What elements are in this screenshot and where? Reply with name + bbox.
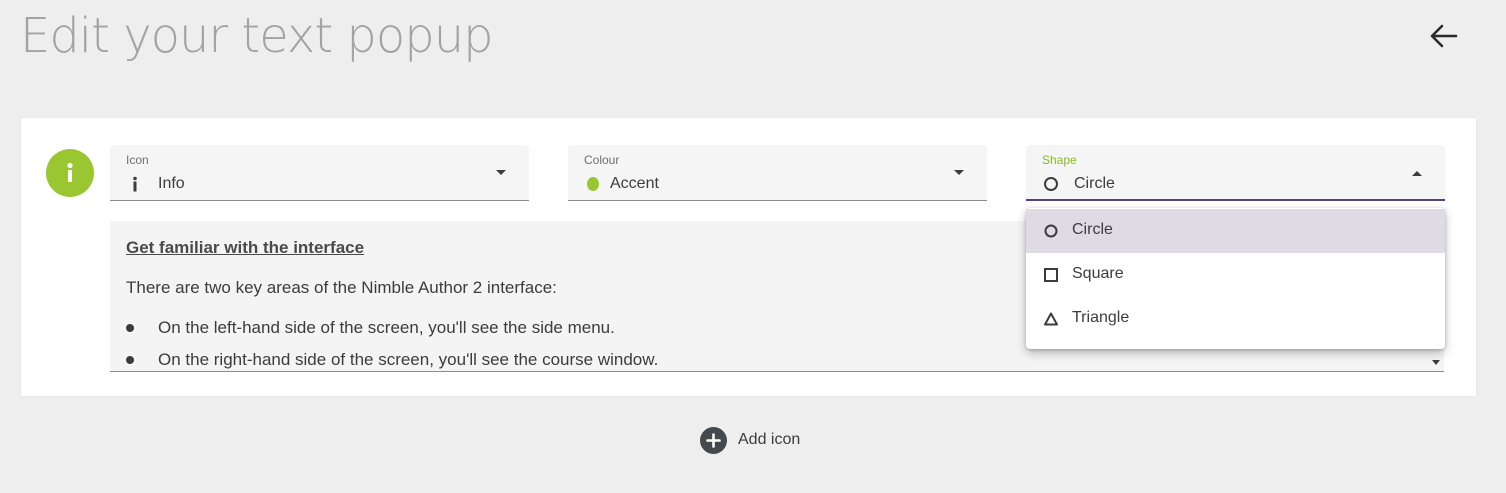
icon-select-label: Icon bbox=[126, 153, 149, 167]
bullet-icon bbox=[126, 324, 134, 332]
circle-icon bbox=[1042, 175, 1060, 193]
shape-dropdown-menu: Circle Square Triangle bbox=[1026, 208, 1445, 349]
content-bullet-list: On the left-hand side of the screen, you… bbox=[126, 317, 659, 371]
content-intro: There are two key areas of the Nimble Au… bbox=[126, 278, 557, 297]
colour-select-label: Colour bbox=[584, 153, 620, 167]
shape-option-triangle[interactable]: Triangle bbox=[1026, 297, 1445, 341]
shape-option-circle[interactable]: Circle bbox=[1026, 209, 1445, 253]
icon-select-value: Info bbox=[158, 175, 185, 192]
shape-option-square[interactable]: Square bbox=[1026, 253, 1445, 297]
colour-select[interactable]: Colour Accent bbox=[568, 145, 987, 201]
circle-icon bbox=[1044, 224, 1058, 238]
info-icon bbox=[67, 162, 73, 182]
triangle-icon bbox=[1044, 312, 1058, 326]
chevron-down-icon bbox=[954, 170, 964, 175]
shape-option-label: Circle bbox=[1072, 221, 1113, 238]
list-item: On the left-hand side of the screen, you… bbox=[126, 317, 658, 349]
icon-badge[interactable] bbox=[46, 149, 94, 197]
colour-swatch bbox=[584, 175, 602, 193]
icon-select[interactable]: Icon Info bbox=[110, 145, 529, 201]
list-item: On the right-hand side of the screen, yo… bbox=[126, 349, 659, 371]
shape-option-label: Triangle bbox=[1072, 309, 1130, 326]
shape-select[interactable]: Shape Circle bbox=[1026, 145, 1445, 201]
square-icon bbox=[1044, 268, 1058, 282]
content-heading: Get familiar with the interface bbox=[126, 238, 365, 257]
chevron-up-icon bbox=[1412, 171, 1422, 176]
info-icon bbox=[126, 175, 144, 193]
list-item-text: On the right-hand side of the screen, yo… bbox=[158, 350, 659, 369]
bullet-icon bbox=[126, 356, 134, 364]
add-icon-button[interactable]: Add icon bbox=[700, 426, 800, 454]
page-title: Edit your text popup bbox=[20, 8, 494, 64]
list-item-text: On the left-hand side of the screen, you… bbox=[158, 318, 615, 337]
colour-select-value: Accent bbox=[610, 175, 659, 192]
scroll-down-icon[interactable] bbox=[1432, 360, 1440, 365]
shape-select-label: Shape bbox=[1042, 153, 1077, 167]
back-button[interactable] bbox=[1426, 18, 1462, 54]
plus-circle-icon bbox=[700, 426, 727, 454]
chevron-down-icon bbox=[496, 170, 506, 175]
shape-option-label: Square bbox=[1072, 265, 1124, 282]
shape-select-value: Circle bbox=[1074, 175, 1115, 192]
add-icon-label: Add icon bbox=[738, 431, 801, 448]
arrow-left-icon bbox=[1430, 24, 1458, 48]
